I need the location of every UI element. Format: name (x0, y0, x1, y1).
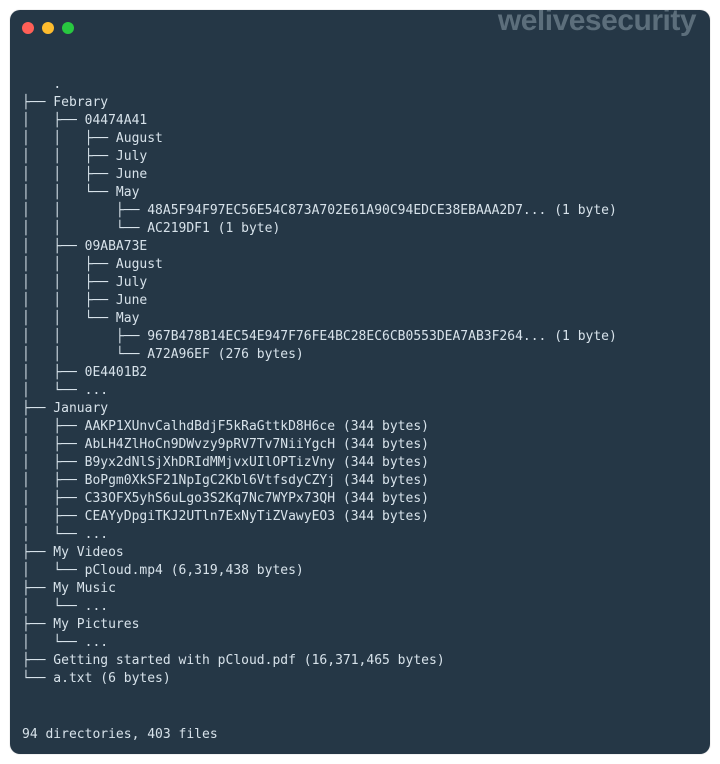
window-titlebar: welivesecurity (10, 10, 710, 46)
tree-summary: 94 directories, 403 files (22, 726, 698, 744)
terminal-content: . ├── Febrary │ ├── 04474A41 │ │ ├── Aug… (10, 46, 710, 754)
tree-output: . ├── Febrary │ ├── 04474A41 │ │ ├── Aug… (22, 77, 617, 686)
close-icon[interactable] (22, 22, 34, 34)
window-controls (22, 22, 74, 34)
maximize-icon[interactable] (62, 22, 74, 34)
minimize-icon[interactable] (42, 22, 54, 34)
watermark-text: welivesecurity (498, 12, 696, 30)
terminal-window: welivesecurity . ├── Febrary │ ├── 04474… (10, 10, 710, 754)
